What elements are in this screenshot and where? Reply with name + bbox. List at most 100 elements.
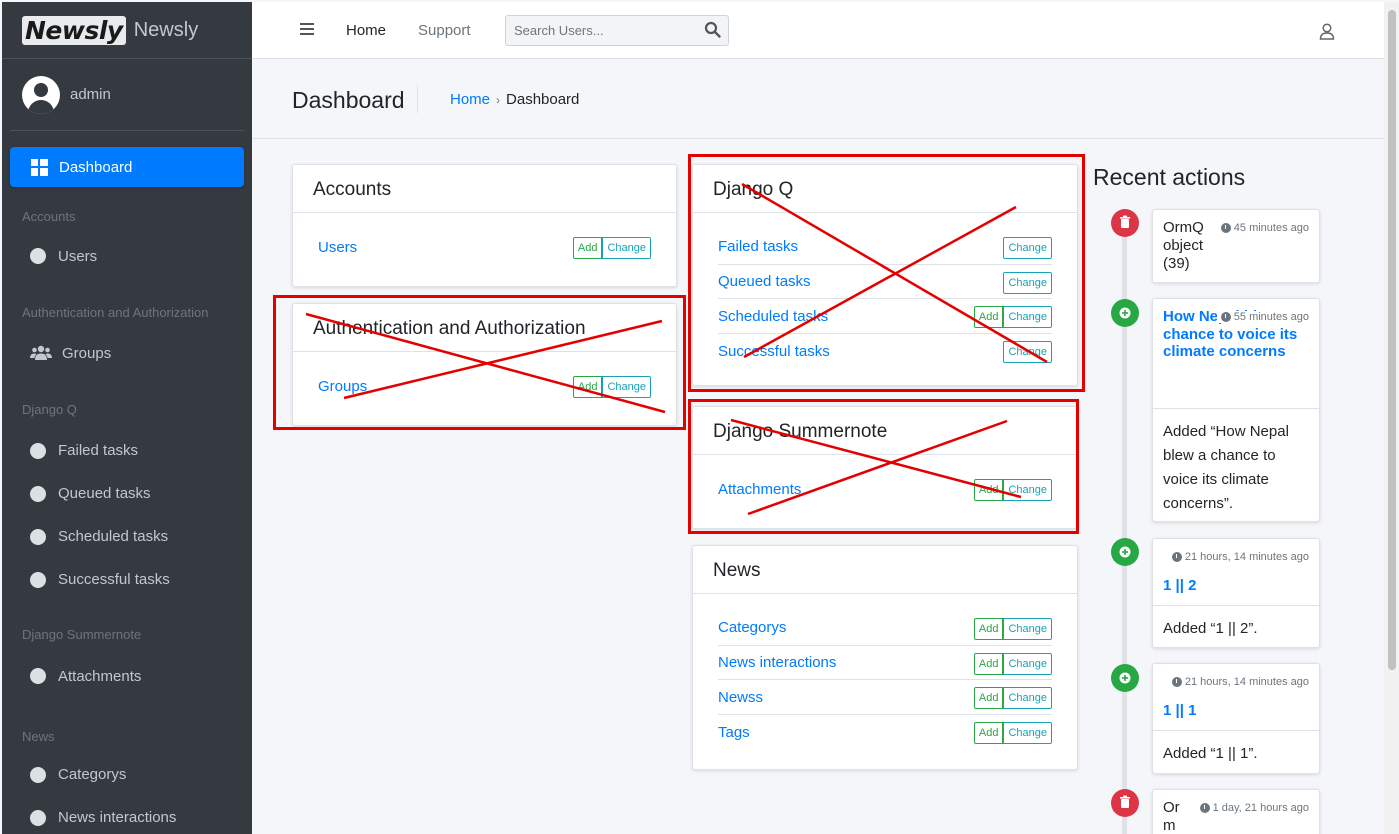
clock-icon bbox=[1220, 223, 1231, 233]
recent-action-item: How Nepal blew a chance to voice its cli… bbox=[1152, 298, 1320, 522]
brand-link[interactable]: Newsly Newsly bbox=[2, 2, 252, 59]
sidebar-item-dashboard[interactable]: Dashboard bbox=[10, 147, 244, 187]
breadcrumb: Home › Dashboard bbox=[450, 91, 579, 108]
page-scrollbar[interactable] bbox=[1384, 2, 1399, 834]
add-news-interactions-button[interactable]: Add bbox=[973, 652, 1004, 675]
nav-link-support[interactable]: Support bbox=[418, 22, 471, 39]
model-row-news-interactions: News interactions Add Change bbox=[718, 646, 1052, 681]
sidebar: Newsly Newsly admin Dashboard Accounts U… bbox=[2, 2, 252, 834]
recent-actions-title: Recent actions bbox=[1093, 164, 1246, 190]
sidebar-item-categorys[interactable]: Categorys bbox=[10, 753, 244, 796]
model-row-categorys: Categorys Add Change bbox=[718, 611, 1052, 646]
circle-icon bbox=[30, 766, 46, 783]
sidebar-item-label: Categorys bbox=[58, 766, 127, 783]
sidebar-item-label: News interactions bbox=[58, 809, 177, 826]
top-navbar: Home Support bbox=[252, 2, 1384, 59]
model-link-categorys[interactable]: Categorys bbox=[718, 619, 786, 636]
sidebar-item-queued-tasks[interactable]: Queued tasks bbox=[10, 472, 244, 515]
breadcrumb-current: Dashboard bbox=[506, 91, 580, 108]
user-icon[interactable] bbox=[1319, 23, 1335, 40]
search-input[interactable] bbox=[506, 16, 696, 45]
change-categorys-button[interactable]: Change bbox=[1003, 618, 1052, 640]
add-newss-button[interactable]: Add bbox=[973, 687, 1004, 710]
breadcrumb-home-link[interactable]: Home bbox=[450, 91, 490, 108]
add-categorys-button[interactable]: Add bbox=[973, 618, 1004, 640]
circle-icon bbox=[30, 668, 46, 684]
card-title: Accounts bbox=[293, 165, 676, 213]
sidebar-item-label: Queued tasks bbox=[58, 485, 151, 502]
brand-logo: Newsly bbox=[22, 15, 126, 45]
model-link-newss[interactable]: Newss bbox=[718, 689, 763, 706]
recent-action-message: Added “1 || 1”. bbox=[1153, 730, 1319, 777]
scrollbar-thumb[interactable] bbox=[1388, 10, 1396, 670]
recent-action-item: OrmQ object (39) 45 minutes ago bbox=[1152, 209, 1320, 283]
clock-icon bbox=[1220, 312, 1231, 322]
sidebar-item-groups[interactable]: Groups bbox=[10, 333, 244, 373]
sidebar-header-accounts: Accounts bbox=[22, 209, 76, 224]
sidebar-item-successful-tasks[interactable]: Successful tasks bbox=[10, 558, 244, 601]
circle-icon bbox=[30, 571, 46, 588]
plus-circle-icon bbox=[1111, 538, 1139, 566]
content-divider bbox=[252, 138, 1384, 139]
sidebar-item-scheduled-tasks[interactable]: Scheduled tasks bbox=[10, 515, 244, 558]
recent-action-object-link[interactable]: 1 || 2 bbox=[1163, 577, 1309, 595]
sidebar-item-label: Scheduled tasks bbox=[58, 528, 169, 545]
circle-icon bbox=[30, 248, 46, 264]
users-icon bbox=[30, 345, 52, 360]
title-divider bbox=[417, 85, 418, 113]
recent-action-time: 55 minutes ago bbox=[1216, 311, 1309, 323]
add-tags-button[interactable]: Add bbox=[973, 722, 1004, 745]
recent-action-item: 1 || 1 21 hours, 14 minutes ago Added “1… bbox=[1152, 663, 1320, 774]
sidebar-item-label: Failed tasks bbox=[58, 442, 139, 459]
plus-circle-icon bbox=[1111, 299, 1139, 327]
sidebar-item-label: Dashboard bbox=[59, 158, 133, 176]
model-link-tags[interactable]: Tags bbox=[718, 724, 750, 741]
menu-icon[interactable] bbox=[300, 23, 314, 35]
change-tags-button[interactable]: Change bbox=[1003, 722, 1052, 745]
card-title: News bbox=[693, 546, 1077, 594]
sidebar-header-auth: Authentication and Authorization bbox=[22, 305, 209, 320]
user-panel[interactable]: admin bbox=[10, 59, 244, 131]
recent-action-message: Added “1 || 2”. bbox=[1153, 605, 1319, 652]
sidebar-item-news-interactions[interactable]: News interactions bbox=[10, 796, 244, 834]
circle-icon bbox=[30, 485, 46, 502]
search-form bbox=[505, 15, 729, 46]
sidebar-item-label: Attachments bbox=[58, 667, 142, 685]
brand-text: Newsly bbox=[133, 18, 199, 41]
clock-icon bbox=[1171, 552, 1182, 562]
sidebar-header-django-q: Django Q bbox=[22, 402, 77, 417]
app-card-accounts: Accounts Users Add Change bbox=[292, 164, 677, 287]
nav-link-home[interactable]: Home bbox=[346, 22, 386, 39]
recent-action-time: 45 minutes ago bbox=[1220, 222, 1309, 234]
circle-icon bbox=[30, 528, 46, 545]
recent-action-message: Added “How Nepal blew a chance to voice … bbox=[1153, 408, 1319, 527]
change-news-interactions-button[interactable]: Change bbox=[1003, 652, 1052, 675]
clock-icon bbox=[1171, 677, 1182, 687]
sidebar-item-label: Successful tasks bbox=[58, 571, 170, 588]
model-row-tags: Tags Add Change bbox=[718, 715, 1052, 750]
sidebar-item-attachments[interactable]: Attachments bbox=[10, 656, 244, 696]
recent-action-time: 21 hours, 14 minutes ago bbox=[1171, 676, 1309, 688]
model-link-users[interactable]: Users bbox=[318, 239, 357, 256]
model-link-news-interactions[interactable]: News interactions bbox=[718, 654, 836, 671]
circle-icon bbox=[30, 809, 46, 826]
add-users-button[interactable]: Add bbox=[572, 237, 603, 259]
model-row-users: Users Add Change bbox=[318, 230, 651, 265]
change-newss-button[interactable]: Change bbox=[1003, 687, 1052, 710]
trash-icon bbox=[1111, 209, 1139, 237]
change-users-button[interactable]: Change bbox=[602, 237, 651, 259]
sidebar-item-failed-tasks[interactable]: Failed tasks bbox=[10, 429, 244, 472]
app-card-news: News Categorys Add Change News interactio… bbox=[692, 545, 1078, 770]
annotation-box-django-q bbox=[688, 154, 1085, 392]
recent-action-time: 1 day, 21 hours ago bbox=[1199, 802, 1309, 814]
sidebar-item-label: Users bbox=[58, 247, 98, 265]
sidebar-header-summernote: Django Summernote bbox=[22, 627, 142, 642]
recent-action-object-link[interactable]: 1 || 1 bbox=[1163, 702, 1309, 720]
annotation-box-auth bbox=[273, 295, 686, 430]
annotation-box-summernote bbox=[688, 399, 1079, 534]
search-icon[interactable] bbox=[704, 21, 722, 39]
clock-icon bbox=[1199, 803, 1210, 813]
sidebar-item-users[interactable]: Users bbox=[10, 236, 244, 276]
plus-circle-icon bbox=[1111, 664, 1139, 692]
user-name: admin bbox=[70, 86, 111, 103]
